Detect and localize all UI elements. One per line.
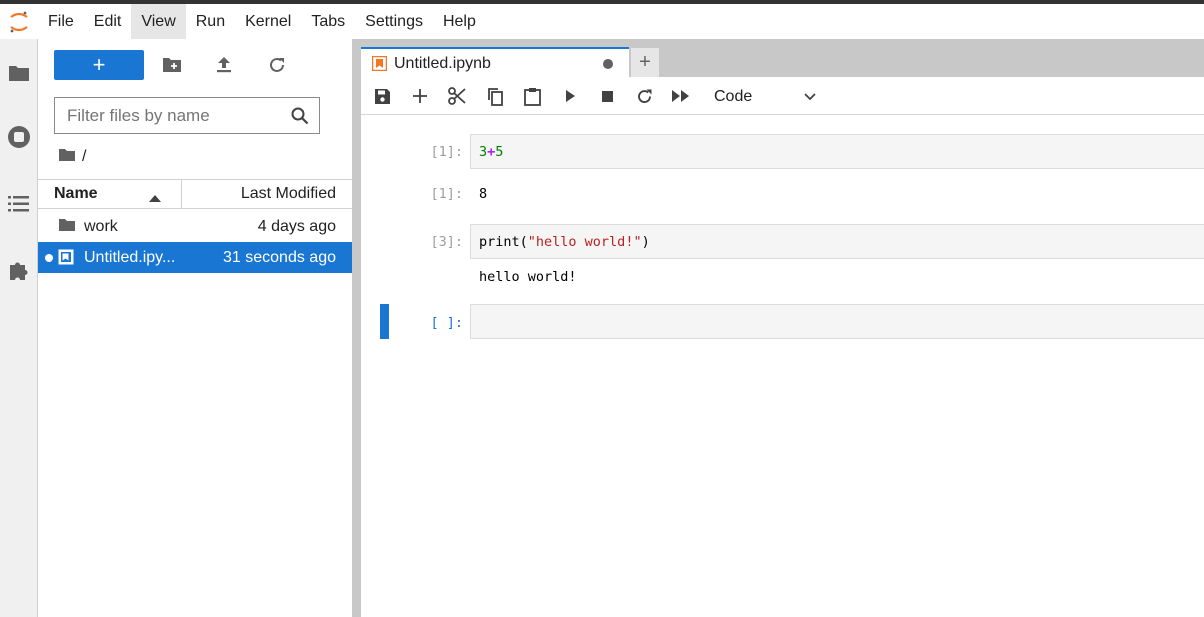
cell-output: 8 — [479, 186, 488, 202]
jupyter-logo — [0, 4, 38, 39]
search-icon — [291, 107, 309, 130]
tab-untitled-notebook[interactable]: Untitled.ipynb — [361, 47, 629, 77]
sort-ascending-icon — [149, 190, 161, 208]
new-folder-icon[interactable] — [160, 53, 184, 77]
menu-edit[interactable]: Edit — [84, 4, 132, 39]
restart-icon[interactable] — [634, 86, 654, 106]
menu-help[interactable]: Help — [433, 4, 486, 39]
column-name-header[interactable]: Name — [38, 180, 182, 208]
column-name-label: Name — [54, 185, 98, 202]
code-token: 3 — [479, 144, 488, 160]
save-icon[interactable] — [372, 86, 392, 106]
chevron-down-icon — [804, 88, 816, 106]
code-token: ) — [641, 234, 650, 250]
menu-file[interactable]: File — [38, 4, 84, 39]
input-prompt: [ ]: — [430, 315, 463, 331]
code-token: 5 — [495, 144, 504, 160]
menu-tabs[interactable]: Tabs — [301, 4, 355, 39]
main-area: Untitled.ipynb + Code [1]: 3+5 [1]: 8 [3… — [361, 39, 1204, 617]
file-name: Untitled.ipy... — [84, 249, 176, 266]
add-cell-icon[interactable] — [410, 86, 430, 106]
refresh-icon[interactable] — [265, 53, 289, 77]
cell-type-select[interactable]: Code — [714, 86, 816, 108]
run-icon[interactable] — [560, 86, 580, 106]
active-cell-indicator — [380, 304, 389, 339]
running-icon[interactable] — [7, 125, 31, 149]
notebook-icon — [58, 249, 74, 270]
code-cell-editor[interactable] — [470, 304, 1204, 339]
new-launcher-button[interactable]: + — [54, 50, 144, 80]
paste-icon[interactable] — [522, 86, 542, 106]
file-row-untitled[interactable]: Untitled.ipy... 31 seconds ago — [38, 242, 352, 273]
menu-settings[interactable]: Settings — [355, 4, 433, 39]
input-prompt: [3]: — [430, 234, 463, 250]
code-token: "hello world!" — [527, 234, 642, 250]
folder-icon[interactable] — [7, 61, 31, 85]
upload-icon[interactable] — [212, 53, 236, 77]
new-launcher-label: + — [92, 52, 106, 77]
folder-icon — [58, 218, 76, 237]
filter-input[interactable] — [55, 105, 281, 126]
toc-icon[interactable] — [7, 192, 31, 216]
extension-icon[interactable] — [7, 258, 31, 282]
notebook-icon — [371, 55, 388, 76]
cell-type-value: Code — [714, 88, 753, 105]
menu-bar: File Edit View Run Kernel Tabs Settings … — [0, 4, 1204, 39]
file-name: work — [84, 218, 118, 235]
code-cell-editor[interactable]: 3+5 — [470, 134, 1204, 169]
tab-title: Untitled.ipynb — [394, 55, 491, 72]
file-list-header: Name Last Modified — [38, 179, 352, 209]
breadcrumb-root[interactable]: / — [82, 148, 86, 166]
filter-box — [54, 97, 320, 134]
file-modified: 31 seconds ago — [223, 249, 336, 266]
fast-forward-icon[interactable] — [671, 86, 691, 106]
file-modified: 4 days ago — [257, 218, 336, 235]
file-row-work[interactable]: work 4 days ago — [38, 211, 352, 242]
copy-icon[interactable] — [484, 86, 504, 106]
tab-bar: Untitled.ipynb + — [361, 39, 1204, 77]
column-modified-header[interactable]: Last Modified — [182, 185, 352, 203]
cell-output: hello world! — [479, 269, 577, 285]
breadcrumb: / — [58, 147, 86, 167]
code-cell-editor[interactable]: print("hello world!") — [470, 224, 1204, 259]
output-prompt: [1]: — [430, 186, 463, 202]
unsaved-indicator-icon[interactable] — [603, 59, 613, 69]
notebook-toolbar: Code — [361, 77, 1204, 115]
panel-splitter[interactable] — [352, 39, 361, 617]
cut-icon[interactable] — [447, 86, 467, 106]
menu-view[interactable]: View — [131, 4, 186, 39]
input-prompt: [1]: — [430, 144, 463, 160]
file-browser: + / Name Last Modified work — [38, 39, 352, 617]
menu-kernel[interactable]: Kernel — [235, 4, 301, 39]
running-indicator — [45, 254, 53, 262]
folder-icon[interactable] — [58, 148, 76, 167]
stop-icon[interactable] — [597, 86, 617, 106]
code-token: print( — [479, 234, 528, 250]
activity-bar — [0, 39, 38, 617]
add-tab-button[interactable]: + — [631, 48, 659, 77]
menu-run[interactable]: Run — [186, 4, 235, 39]
